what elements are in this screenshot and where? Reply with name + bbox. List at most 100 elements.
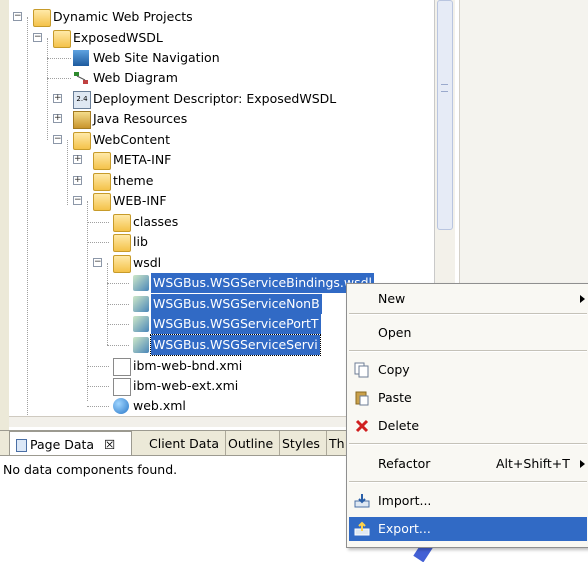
site-navigation-icon <box>73 50 89 66</box>
tree-item-label: Dynamic Web Projects <box>53 9 193 24</box>
tab-outline[interactable]: Outline <box>222 431 281 456</box>
menu-item-copy[interactable]: Copy <box>347 358 588 382</box>
wsdl-file-icon <box>133 296 149 312</box>
tree-item-label: ExposedWSDL <box>73 30 163 45</box>
tree-item-label: META-INF <box>113 152 172 167</box>
delete-x-icon <box>354 418 370 434</box>
folder-icon <box>93 173 111 191</box>
left-frame <box>0 0 9 430</box>
tab-page-data[interactable]: Page Data ☒ <box>9 431 132 456</box>
context-menu: New Open Copy Paste Delete Refactor Alt+… <box>346 283 588 548</box>
tree-item-label: wsdl <box>133 255 162 270</box>
menu-item-label: Delete <box>378 418 420 433</box>
scrollbar-thumb[interactable] <box>437 0 453 230</box>
menu-item-paste[interactable]: Paste <box>347 386 588 410</box>
tree-line <box>67 140 68 205</box>
tab-client-data[interactable]: Client Data <box>143 431 227 456</box>
web-diagram-icon <box>73 70 89 86</box>
folder-icon <box>93 152 111 170</box>
menu-separator <box>349 481 587 483</box>
collapse-icon[interactable]: − <box>93 258 102 267</box>
folder-globe-icon <box>33 9 51 27</box>
tree-item-label: ibm-web-ext.xmi <box>133 378 239 393</box>
folder-icon <box>113 234 131 252</box>
xmi-file-icon <box>113 358 131 376</box>
tree-line <box>107 304 129 305</box>
tree-item-label: WSGBus.WSGServiceBindings.wsdl <box>151 273 375 293</box>
menu-separator <box>349 350 587 352</box>
tree-item-label: web.xml <box>133 398 186 413</box>
tree-line <box>107 283 129 284</box>
menu-item-export[interactable]: Export... <box>349 517 587 541</box>
menu-item-label: Copy <box>378 362 410 377</box>
tree-item-label: Deployment Descriptor: ExposedWSDL <box>93 91 337 106</box>
menu-item-label: Refactor <box>378 456 431 471</box>
tree-line <box>87 406 109 407</box>
tree-item-label: Java Resources <box>93 111 188 126</box>
tree-line <box>87 242 109 243</box>
menu-item-open[interactable]: Open <box>347 321 588 345</box>
menu-item-new[interactable]: New <box>347 287 588 311</box>
paste-icon <box>354 390 370 406</box>
tab-label: Th <box>329 436 345 451</box>
menu-separator <box>349 443 587 445</box>
wsdl-file-icon <box>133 275 149 291</box>
folder-open-icon <box>73 132 91 150</box>
tree-item-label: WSGBus.WSGServiceServi <box>150 334 321 356</box>
page-data-icon <box>16 439 27 452</box>
tab-label: Client Data <box>149 436 220 451</box>
expand-icon[interactable]: + <box>73 155 82 164</box>
folder-open-icon <box>93 193 111 211</box>
copy-icon <box>354 362 370 378</box>
menu-item-label: Open <box>378 325 412 340</box>
tab-label: Outline <box>228 436 274 451</box>
submenu-arrow-icon <box>580 295 585 303</box>
tree-item-label: lib <box>133 234 148 249</box>
import-icon <box>354 493 370 509</box>
menu-item-label: New <box>378 291 406 306</box>
close-icon[interactable]: ☒ <box>104 437 115 452</box>
scrollbar-grip <box>441 84 448 92</box>
wsdl-file-icon <box>133 316 149 332</box>
tree-line <box>87 201 88 401</box>
tab-label: Page Data <box>30 437 95 452</box>
xmi-file-icon <box>113 378 131 396</box>
tree-line <box>107 324 129 325</box>
tree-item-label: ibm-web-bnd.xmi <box>133 358 243 373</box>
menu-item-label: Import... <box>378 493 432 508</box>
tab-label: Styles <box>282 436 320 451</box>
collapse-icon[interactable]: − <box>33 33 42 42</box>
tree-item-label: WSGBus.WSGServicePortT <box>151 314 321 334</box>
wsdl-file-icon <box>133 337 149 353</box>
menu-item-label: Paste <box>378 390 412 405</box>
menu-item-import[interactable]: Import... <box>347 489 588 513</box>
tree-line <box>27 17 28 417</box>
tree-line <box>47 38 48 140</box>
project-icon <box>53 30 71 48</box>
deployment-descriptor-icon: 2.4 <box>73 91 91 109</box>
tree-line <box>107 345 129 346</box>
collapse-icon[interactable]: − <box>53 135 62 144</box>
expand-icon[interactable]: + <box>73 176 82 185</box>
expand-icon[interactable]: + <box>53 114 62 123</box>
tree-line <box>47 58 71 59</box>
export-icon <box>354 521 370 537</box>
collapse-icon[interactable]: − <box>13 12 22 21</box>
tree-item-label: classes <box>133 214 179 229</box>
tree-item-label: WebContent <box>93 132 170 147</box>
tree-line <box>47 78 71 79</box>
folder-open-icon <box>113 255 131 273</box>
web-xml-globe-icon <box>113 398 129 414</box>
tree-line <box>87 222 109 223</box>
tree-line <box>87 366 109 367</box>
tree-item-label: Web Site Navigation <box>93 50 220 65</box>
menu-separator <box>349 313 587 315</box>
status-message: No data components found. <box>3 462 178 477</box>
menu-item-refactor[interactable]: Refactor Alt+Shift+T <box>347 452 588 476</box>
menu-item-delete[interactable]: Delete <box>347 414 588 438</box>
expand-icon[interactable]: + <box>53 94 62 103</box>
tab-styles[interactable]: Styles <box>276 431 327 456</box>
submenu-arrow-icon <box>580 460 585 468</box>
tree-item-label: theme <box>113 173 154 188</box>
collapse-icon[interactable]: − <box>73 196 82 205</box>
